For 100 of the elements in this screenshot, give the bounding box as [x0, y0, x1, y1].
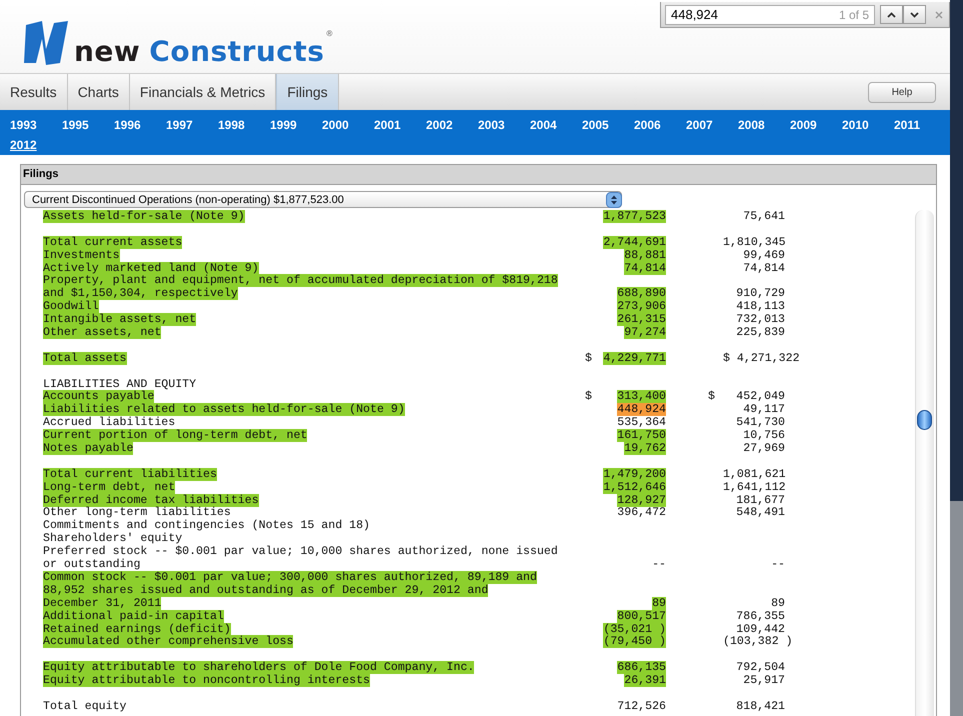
panel-title: Filings — [23, 168, 58, 180]
section-dropdown[interactable]: Current Discontinued Operations (non-operating) $1,877,523.00 — [24, 191, 622, 208]
line-item-label: December 31, 2011 — [43, 596, 162, 610]
amount-2012: 26,391 — [624, 674, 666, 688]
line-item-label: Preferred stock -- $0.001 par value; 10,000 shares authorized, none issued — [43, 545, 558, 558]
amount-2012: 261,315 — [617, 313, 666, 326]
amount-2011: 10,756 — [743, 429, 785, 442]
line-item-label: Equity attributable to shareholders of Dole Food Company, Inc. — [43, 661, 474, 674]
year-link[interactable]: 2001 — [374, 115, 426, 135]
amount-2012: 448,924 — [617, 403, 666, 416]
line-item-label: Assets held-for-sale (Note 9) — [43, 210, 245, 223]
amount-2011: 27,969 — [743, 442, 785, 456]
year-link[interactable]: 1993 — [10, 115, 62, 135]
amount-2012: 97,274 — [624, 326, 666, 340]
amount-2012: 161,750 — [617, 429, 666, 442]
line-item-label: Investments — [43, 248, 120, 262]
amount-2011: 1,810,345 — [723, 236, 786, 249]
amount-2011: 732,013 — [736, 313, 785, 326]
year-link[interactable]: 1995 — [62, 115, 114, 135]
amount-2011: (103,382 ) — [723, 635, 793, 648]
amount-2011: 818,421 — [736, 700, 785, 713]
amount-2012: 1,877,523 — [603, 210, 666, 223]
line-item-label: Property, plant and equipment, net of accumulated depreciation of $819,218 — [43, 274, 558, 288]
amount-2012: 2,744,691 — [603, 236, 666, 249]
amount-2012: 686,135 — [617, 661, 666, 674]
amount-2011: 109,442 — [736, 622, 785, 636]
amount-2012: 88,881 — [624, 248, 666, 262]
line-item-label: Goodwill — [43, 300, 99, 314]
amount-2012: 1,512,646 — [603, 480, 666, 494]
line-item-label: Accounts payable — [43, 390, 154, 404]
year-link[interactable]: 2006 — [634, 115, 686, 135]
year-link[interactable]: 2007 — [686, 115, 738, 135]
year-link[interactable]: 2011 — [894, 115, 946, 135]
amount-2012: 273,906 — [617, 300, 666, 314]
registered-mark: ® — [326, 29, 332, 38]
currency-sign: $ — [708, 390, 715, 404]
previous-match-button[interactable] — [880, 5, 903, 24]
amount-2011: 25,917 — [743, 674, 785, 688]
line-item-label: or outstanding — [43, 558, 140, 572]
amount-2012: 19,762 — [624, 442, 666, 456]
line-item-label: Liabilities related to assets held-for-sale (Note 9) — [43, 403, 405, 416]
year-link[interactable]: 2012 — [10, 135, 62, 155]
chevron-down-icon — [910, 12, 919, 18]
line-item-label: Shareholders' equity — [43, 532, 182, 546]
logo-text: new — [74, 35, 140, 69]
year-link[interactable]: 2004 — [530, 115, 582, 135]
amount-2011: 792,504 — [736, 661, 785, 674]
amount-2012: (35,021 ) — [603, 622, 666, 636]
year-link[interactable]: 1997 — [166, 115, 218, 135]
find-field[interactable]: 448,924 1 of 5 — [665, 4, 875, 24]
amount-2012: 712,526 — [617, 700, 666, 713]
year-link[interactable]: 2000 — [322, 115, 374, 135]
year-link[interactable]: 2002 — [426, 115, 478, 135]
amount-2012: 4,229,771 — [603, 352, 666, 365]
line-item-label: Equity attributable to noncontrolling interests — [43, 674, 370, 688]
logo-text: Constructs — [149, 35, 324, 69]
amount-2011: 89 — [771, 596, 785, 610]
amount-2011: 99,469 — [743, 248, 785, 262]
line-item-label: LIABILITIES AND EQUITY — [43, 378, 196, 391]
year-link[interactable]: 2009 — [790, 115, 842, 135]
currency-sign: $ — [585, 352, 592, 365]
help-button[interactable]: Help — [868, 82, 936, 102]
amount-2012: -- — [652, 558, 666, 572]
next-match-button[interactable] — [903, 5, 926, 24]
amount-2011: 1,641,112 — [723, 480, 786, 494]
line-item-label: and $1,150,304, respectively — [43, 287, 238, 300]
amount-2011: 452,049 — [736, 390, 785, 404]
line-item-label: Notes payable — [43, 442, 134, 456]
amount-2011: 910,729 — [736, 287, 785, 300]
amount-2011: 541,730 — [736, 416, 785, 430]
line-item-label: Total current assets — [43, 236, 182, 249]
year-link[interactable]: 2003 — [478, 115, 530, 135]
nav-tab[interactable]: Filings — [276, 74, 339, 110]
amount-2011: 75,641 — [743, 210, 785, 223]
scrollbar-track[interactable] — [915, 210, 934, 716]
year-link[interactable]: 2005 — [582, 115, 634, 135]
line-item-label: Total current liabilities — [43, 468, 217, 481]
line-item-label: 88,952 shares issued and outstanding as of December 29, 2012 and — [43, 584, 488, 597]
line-item-label: Actively marketed land (Note 9) — [43, 262, 259, 275]
year-link[interactable]: 1996 — [114, 115, 166, 135]
line-item-label: Total assets — [43, 352, 126, 365]
amount-2012: 535,364 — [617, 416, 666, 430]
year-link[interactable]: 2010 — [842, 115, 894, 135]
scrollbar-thumb[interactable] — [917, 410, 932, 430]
amount-2011: 418,113 — [736, 300, 785, 314]
amount-2012: 800,517 — [617, 610, 666, 623]
amount-2011: -- — [771, 558, 785, 572]
year-link[interactable]: 1999 — [270, 115, 322, 135]
year-link[interactable]: 2008 — [738, 115, 790, 135]
amount-2011: 225,839 — [736, 326, 785, 340]
dropdown-arrows-icon — [606, 192, 622, 208]
year-link[interactable]: 1998 — [218, 115, 270, 135]
line-item-label: Accumulated other comprehensive loss — [43, 635, 294, 648]
line-item-label: Commitments and contingencies (Notes 15 and 18) — [43, 519, 370, 532]
amount-2011: 74,814 — [743, 262, 785, 275]
amount-2012: 688,890 — [617, 287, 666, 300]
line-item-label: Current portion of long-term debt, net — [43, 429, 308, 442]
line-item-label: Other assets, net — [43, 326, 162, 340]
amount-2012: 313,400 — [617, 390, 666, 404]
amount-2011: 548,491 — [736, 506, 785, 520]
